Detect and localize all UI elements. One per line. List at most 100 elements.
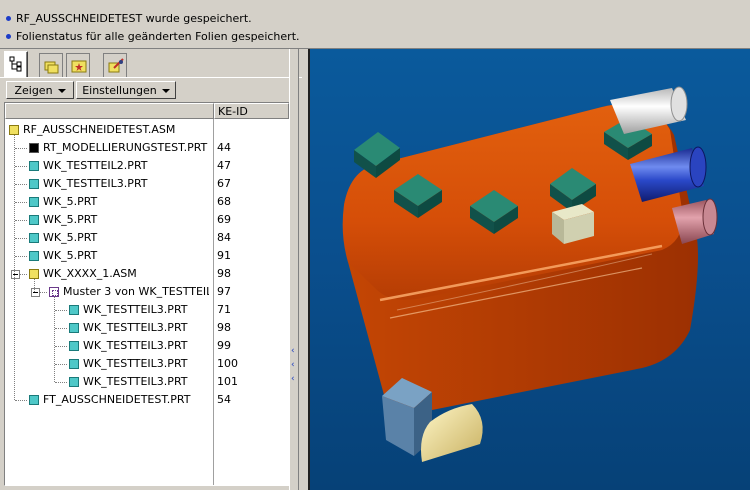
tree-row[interactable]: WK_5.PRT 84 bbox=[5, 229, 289, 247]
folder-browser-icon bbox=[44, 61, 59, 74]
tree-row[interactable]: WK_TESTTEIL3.PRT 67 bbox=[5, 175, 289, 193]
tree-connector bbox=[55, 364, 67, 366]
tree-connector bbox=[15, 184, 27, 186]
part-icon bbox=[29, 197, 39, 207]
collapse-arrow-icon: ‹ bbox=[291, 374, 295, 384]
part-icon bbox=[29, 179, 39, 189]
tree-item-id: 47 bbox=[217, 159, 231, 172]
message-text: RF_AUSSCHNEIDETEST wurde gespeichert. bbox=[16, 12, 252, 25]
assembly-icon bbox=[9, 125, 19, 135]
tree-item-label: FT_AUSSCHNEIDETEST.PRT bbox=[43, 393, 191, 406]
tab-connections[interactable] bbox=[103, 53, 127, 77]
tree-header: KE-ID bbox=[5, 103, 289, 119]
tree-row[interactable]: Muster 3 von WK_TESTTEIL3 97 bbox=[5, 283, 289, 301]
tree-item-label: WK_5.PRT bbox=[43, 231, 98, 244]
tree-row[interactable]: WK_TESTTEIL3.PRT 98 bbox=[5, 319, 289, 337]
tree-item-id: 84 bbox=[217, 231, 231, 244]
part-icon bbox=[29, 233, 39, 243]
tree-connector bbox=[15, 256, 27, 258]
model-tree-icon bbox=[9, 56, 22, 72]
model-tree[interactable]: KE-ID RF_AUSSCHNEIDETEST.ASM RT_MODELLIER… bbox=[4, 102, 290, 486]
tree-row[interactable]: WK_XXXX_1.ASM 98 bbox=[5, 265, 289, 283]
tree-row[interactable]: WK_TESTTEIL3.PRT 99 bbox=[5, 337, 289, 355]
tree-row[interactable]: FT_AUSSCHNEIDETEST.PRT 54 bbox=[5, 391, 289, 409]
tree-item-id: 44 bbox=[217, 141, 231, 154]
tree-item-label: WK_5.PRT bbox=[43, 213, 98, 226]
tree-item-id: 97 bbox=[217, 285, 231, 298]
tree-connector bbox=[15, 202, 27, 204]
tree-item-id: 99 bbox=[217, 339, 231, 352]
tree-row[interactable]: WK_TESTTEIL2.PRT 47 bbox=[5, 157, 289, 175]
collapse-arrow-icon: ‹ bbox=[291, 346, 295, 356]
tree-item-label: RF_AUSSCHNEIDETEST.ASM bbox=[23, 123, 176, 136]
settings-label: Einstellungen bbox=[82, 84, 157, 97]
tree-item-label: WK_TESTTEIL3.PRT bbox=[83, 375, 188, 388]
assembly-icon bbox=[29, 269, 39, 279]
tree-connector bbox=[15, 166, 27, 168]
bullet-icon bbox=[6, 15, 11, 21]
part-icon bbox=[29, 395, 39, 405]
bullet-icon bbox=[6, 33, 11, 39]
part-icon bbox=[29, 215, 39, 225]
tree-item-label: Muster 3 von WK_TESTTEIL3 bbox=[63, 285, 209, 298]
tree-item-id: 98 bbox=[217, 267, 231, 280]
message-line: RF_AUSSCHNEIDETEST wurde gespeichert. bbox=[6, 11, 252, 27]
message-area: RF_AUSSCHNEIDETEST wurde gespeichert. Fo… bbox=[0, 0, 750, 49]
tree-row[interactable]: WK_TESTTEIL3.PRT 100 bbox=[5, 355, 289, 373]
show-label: Zeigen bbox=[14, 84, 53, 97]
tab-model-tree[interactable] bbox=[4, 51, 28, 78]
tree-item-label: WK_5.PRT bbox=[43, 195, 98, 208]
show-dropdown-button[interactable]: Zeigen bbox=[6, 81, 74, 99]
tree-item-id: 98 bbox=[217, 321, 231, 334]
settings-dropdown-button[interactable]: Einstellungen bbox=[76, 81, 176, 99]
skeleton-part-icon bbox=[29, 143, 39, 153]
part-icon bbox=[29, 161, 39, 171]
part-icon bbox=[29, 251, 39, 261]
tree-item-label: WK_TESTTEIL3.PRT bbox=[83, 321, 188, 334]
pattern-icon bbox=[49, 287, 59, 297]
tree-item-label: RT_MODELLIERUNGSTEST.PRT bbox=[43, 141, 208, 154]
tree-connector bbox=[55, 382, 67, 384]
tree-row[interactable]: WK_5.PRT 91 bbox=[5, 247, 289, 265]
tree-row[interactable]: WK_5.PRT 69 bbox=[5, 211, 289, 229]
tree-connector bbox=[15, 400, 27, 402]
tree-row[interactable]: WK_TESTTEIL3.PRT 101 bbox=[5, 373, 289, 391]
favorites-icon bbox=[71, 60, 87, 73]
panel-splitter[interactable]: ‹ ‹ ‹ bbox=[289, 49, 299, 490]
tree-connector bbox=[15, 238, 27, 240]
tree-item-id: 54 bbox=[217, 393, 231, 406]
tree-connector bbox=[55, 310, 67, 312]
tree-connector bbox=[14, 135, 16, 400]
tree-item-label: WK_TESTTEIL3.PRT bbox=[83, 303, 188, 316]
connections-icon bbox=[108, 58, 124, 73]
message-text: Folienstatus für alle geänderten Folien … bbox=[16, 30, 300, 43]
tree-item-label: WK_TESTTEIL3.PRT bbox=[83, 339, 188, 352]
name-column-header[interactable] bbox=[5, 103, 214, 119]
chevron-down-icon bbox=[57, 89, 66, 93]
tree-item-label: WK_TESTTEIL3.PRT bbox=[43, 177, 148, 190]
tree-item-id: 68 bbox=[217, 195, 231, 208]
id-column-label: KE-ID bbox=[218, 105, 248, 118]
tree-item-label: WK_5.PRT bbox=[43, 249, 98, 262]
tree-connector bbox=[55, 328, 67, 330]
part-icon bbox=[69, 341, 79, 351]
tree-connector bbox=[15, 220, 27, 222]
tab-favorites[interactable] bbox=[66, 53, 90, 77]
message-line: Folienstatus für alle geänderten Folien … bbox=[6, 29, 300, 45]
graphics-viewport[interactable] bbox=[308, 49, 750, 490]
id-column-header[interactable]: KE-ID bbox=[214, 103, 289, 119]
tree-item-id: 69 bbox=[217, 213, 231, 226]
model-3d-view bbox=[342, 86, 718, 462]
part-icon bbox=[69, 305, 79, 315]
tree-connector bbox=[54, 297, 56, 382]
tree-item-label: WK_TESTTEIL2.PRT bbox=[43, 159, 148, 172]
tree-row[interactable]: RT_MODELLIERUNGSTEST.PRT 44 bbox=[5, 139, 289, 157]
tab-folder-browser[interactable] bbox=[39, 53, 63, 77]
white-cylinder bbox=[610, 86, 688, 134]
tree-row[interactable]: RF_AUSSCHNEIDETEST.ASM bbox=[5, 121, 289, 139]
tree-connector bbox=[34, 279, 36, 292]
tree-row[interactable]: WK_TESTTEIL3.PRT 71 bbox=[5, 301, 289, 319]
collapse-arrow-icon: ‹ bbox=[291, 360, 295, 370]
tree-item-label: WK_TESTTEIL3.PRT bbox=[83, 357, 188, 370]
tree-row[interactable]: WK_5.PRT 68 bbox=[5, 193, 289, 211]
